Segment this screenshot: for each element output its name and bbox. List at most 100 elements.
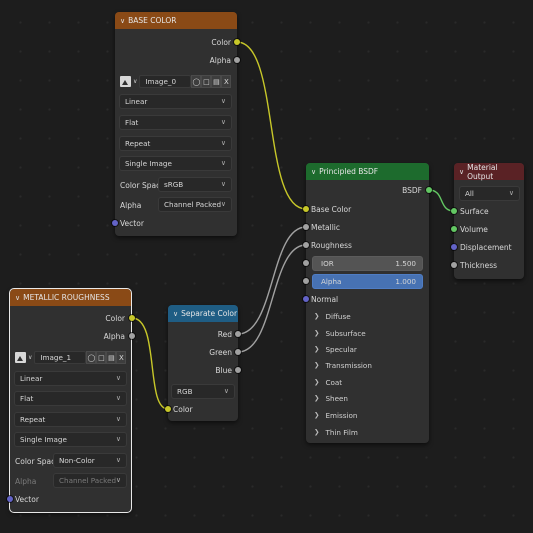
extension-select[interactable]: Repeat ∨ [14, 412, 127, 427]
collapse-chevron-icon[interactable]: ∨ [173, 310, 178, 318]
interpolation-select[interactable]: Linear ∨ [14, 371, 127, 386]
socket-output-in-surface[interactable] [451, 208, 457, 214]
socket-output-in-thickness[interactable] [451, 262, 457, 268]
fake-user-shield-icon[interactable]: ◯ [86, 351, 97, 364]
link-bsdf-surface [428, 189, 455, 212]
interpolation-select[interactable]: Linear ∨ [119, 94, 232, 109]
chevron-down-icon: ∨ [115, 456, 121, 464]
color-space-select[interactable]: sRGB ∨ [158, 177, 232, 192]
principled-bsdf-node[interactable]: ∨ Principled BSDF BSDF Base Color Metall… [306, 163, 429, 443]
panel-transmission[interactable]: ❯ Transmission [314, 357, 372, 373]
socket-sep-in-color[interactable] [165, 406, 171, 412]
panel-diffuse[interactable]: ❯ Diffuse [314, 308, 351, 324]
mode-select[interactable]: RGB ∨ [171, 384, 235, 399]
projection-select[interactable]: Flat ∨ [119, 115, 232, 130]
alpha-field[interactable]: Alpha 1.000 [312, 274, 423, 289]
separate-color-node[interactable]: ∨ Separate Color Red Green Blue RGB ∨ Col… [168, 305, 238, 421]
socket-bsdf-out[interactable] [426, 187, 432, 193]
image-name-field[interactable]: Image_1 [34, 351, 87, 364]
output-label: Green [209, 347, 232, 357]
socket-bsdf-in-roughness[interactable] [303, 242, 309, 248]
principled-bsdf-header[interactable]: ∨ Principled BSDF [306, 163, 429, 180]
base-color-node[interactable]: ∨ BASE COLOR Color Alpha ∨ Image_0 ◯ □ ▤… [115, 12, 237, 236]
base-color-header[interactable]: ∨ BASE COLOR [115, 12, 237, 29]
panel-emission[interactable]: ❯ Emission [314, 407, 357, 423]
socket-sep-out-green[interactable] [235, 349, 241, 355]
socket-bsdf-in-metallic[interactable] [303, 224, 309, 230]
socket-output-in-displacement[interactable] [451, 244, 457, 250]
image-selector[interactable]: ∨ Image_0 ◯ □ ▤ X [120, 74, 232, 89]
input-roughness: Roughness [311, 237, 352, 253]
socket-bsdf-in-normal[interactable] [303, 296, 309, 302]
select-value: Repeat [20, 415, 46, 424]
socket-sep-out-red[interactable] [235, 331, 241, 337]
panel-sheen[interactable]: ❯ Sheen [314, 390, 348, 406]
select-value: Flat [125, 118, 139, 127]
open-folder-icon[interactable]: ▤ [211, 75, 222, 88]
select-value: Linear [125, 97, 148, 106]
extension-select[interactable]: Repeat ∨ [119, 136, 232, 151]
collapse-chevron-icon[interactable]: ∨ [15, 294, 20, 302]
socket-bsdf-in-base-color[interactable] [303, 206, 309, 212]
panel-label: Subsurface [325, 328, 366, 338]
open-folder-icon[interactable]: ▤ [106, 351, 117, 364]
panel-thin-film[interactable]: ❯ Thin Film [314, 424, 358, 440]
image-selector[interactable]: ∨ Image_1 ◯ □ ▤ X [15, 350, 127, 365]
alpha-mode-label: Alpha [120, 200, 142, 210]
collapse-chevron-icon[interactable]: ∨ [311, 168, 316, 176]
chevron-right-icon: ❯ [314, 312, 320, 320]
socket-bsdf-in-alpha[interactable] [303, 278, 309, 284]
panel-specular[interactable]: ❯ Specular [314, 341, 357, 357]
input-vector: Vector [120, 215, 144, 231]
socket-output-in-volume[interactable] [451, 226, 457, 232]
close-icon[interactable]: X [221, 75, 232, 88]
input-surface: Surface [460, 203, 489, 219]
socket-metallic-out-color[interactable] [129, 315, 135, 321]
source-select[interactable]: Single Image ∨ [14, 432, 127, 447]
input-metallic: Metallic [311, 219, 340, 235]
ior-field[interactable]: IOR 1.500 [312, 256, 423, 271]
panel-label: Specular [325, 344, 357, 354]
color-space-select[interactable]: Non-Color ∨ [53, 453, 127, 468]
socket-basecolor-in-vector[interactable] [112, 220, 118, 226]
alpha-mode-select[interactable]: Channel Packed ∨ [53, 473, 127, 488]
input-label: Base Color [311, 204, 352, 214]
input-label: Color [173, 404, 193, 414]
chevron-down-icon: ∨ [220, 180, 226, 188]
collapse-chevron-icon[interactable]: ∨ [459, 168, 464, 176]
select-value: Linear [20, 374, 43, 383]
target-select[interactable]: All ∨ [459, 186, 520, 201]
metallic-roughness-header[interactable]: ∨ METALLIC ROUGHNESS [10, 289, 131, 306]
material-output-header[interactable]: ∨ Material Output [454, 163, 524, 181]
fake-user-shield-icon[interactable]: ◯ [191, 75, 202, 88]
source-select[interactable]: Single Image ∨ [119, 156, 232, 171]
duplicate-icon[interactable]: □ [96, 351, 107, 364]
panel-coat[interactable]: ❯ Coat [314, 374, 342, 390]
node-title: Principled BSDF [319, 167, 379, 176]
close-icon[interactable]: X [116, 351, 127, 364]
socket-metallic-out-alpha[interactable] [129, 333, 135, 339]
socket-metallic-in-vector[interactable] [7, 496, 13, 502]
node-title: Separate Color [181, 309, 238, 318]
image-icon[interactable] [15, 352, 26, 363]
socket-bsdf-in-ior[interactable] [303, 260, 309, 266]
projection-select[interactable]: Flat ∨ [14, 391, 127, 406]
output-green: Green [209, 344, 232, 360]
socket-basecolor-out-color[interactable] [234, 39, 240, 45]
material-output-node[interactable]: ∨ Material Output All ∨ Surface Volume Di… [454, 163, 524, 279]
alpha-mode-select[interactable]: Channel Packed ∨ [158, 197, 232, 212]
collapse-chevron-icon[interactable]: ∨ [120, 17, 125, 25]
separate-color-header[interactable]: ∨ Separate Color [168, 305, 238, 322]
field-label: IOR [321, 259, 334, 268]
socket-sep-out-blue[interactable] [235, 367, 241, 373]
image-name-field[interactable]: Image_0 [139, 75, 192, 88]
duplicate-icon[interactable]: □ [201, 75, 212, 88]
input-label: Vector [120, 218, 144, 228]
select-value: RGB [177, 387, 193, 396]
image-icon[interactable] [120, 76, 131, 87]
panel-subsurface[interactable]: ❯ Subsurface [314, 325, 366, 341]
socket-basecolor-out-alpha[interactable] [234, 57, 240, 63]
metallic-roughness-node[interactable]: ∨ METALLIC ROUGHNESS Color Alpha ∨ Image… [9, 288, 132, 513]
output-label: Color [211, 37, 231, 47]
chevron-down-icon: ∨ [28, 354, 33, 361]
